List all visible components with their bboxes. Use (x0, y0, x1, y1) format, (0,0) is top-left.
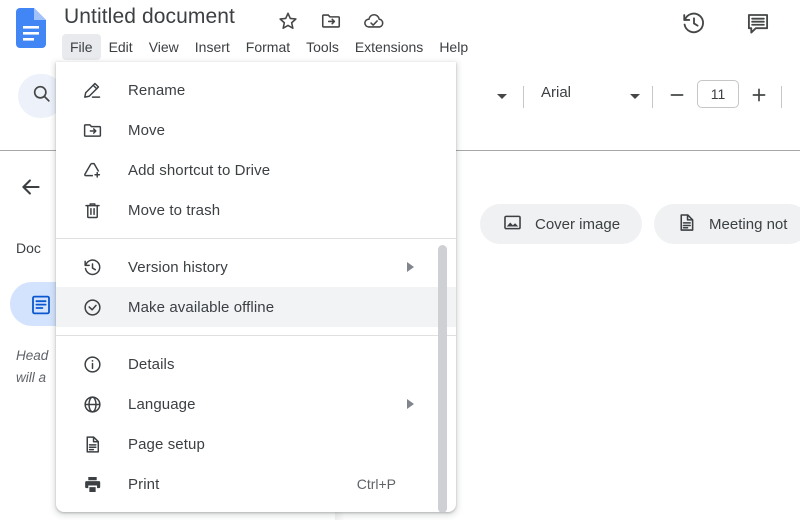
comment-history-icon[interactable] (745, 10, 771, 36)
pencil-icon (80, 78, 104, 102)
cover-image-chip[interactable]: Cover image (480, 204, 642, 244)
info-icon (80, 352, 104, 376)
menu-item-version-history[interactable]: Version history (56, 247, 456, 287)
menu-insert[interactable]: Insert (187, 34, 238, 60)
search-icon (31, 83, 52, 109)
increase-font-size-button[interactable] (750, 86, 768, 104)
font-size-input[interactable]: 11 (697, 80, 739, 108)
menu-item-label: Make available offline (128, 299, 274, 316)
menu-item-shortcut: Ctrl+P (357, 476, 396, 492)
page-setup-icon (80, 432, 104, 456)
menu-help[interactable]: Help (431, 34, 476, 60)
menu-item-label: Page setup (128, 436, 205, 453)
menu-separator (56, 335, 456, 336)
menu-separator (56, 238, 456, 239)
document-icon (676, 212, 697, 237)
menu-item-label: Move (128, 122, 165, 139)
menu-item-print[interactable]: Print Ctrl+P (56, 464, 456, 504)
menu-item-move-to-trash[interactable]: Move to trash (56, 190, 456, 230)
document-title[interactable]: Untitled document (64, 5, 235, 29)
menu-item-label: Add shortcut to Drive (128, 162, 270, 179)
star-icon[interactable] (277, 10, 299, 32)
google-docs-logo-icon (16, 8, 46, 48)
menu-item-make-available-offline[interactable]: Make available offline (56, 287, 456, 327)
meeting-notes-chip-label: Meeting not (709, 216, 787, 233)
move-to-folder-icon[interactable] (320, 10, 342, 32)
menu-tools[interactable]: Tools (298, 34, 347, 60)
menu-item-details[interactable]: Details (56, 344, 456, 384)
back-arrow-icon[interactable] (18, 174, 44, 200)
menu-item-label: Rename (128, 82, 185, 99)
meeting-notes-chip[interactable]: Meeting not (654, 204, 800, 244)
menu-item-language[interactable]: Language (56, 384, 456, 424)
globe-icon (80, 392, 104, 416)
menu-item-label: Move to trash (128, 202, 220, 219)
menu-item-label: Details (128, 356, 175, 373)
google-docs-window: Untitled document File Edit View Insert … (0, 0, 800, 520)
menu-item-add-shortcut-to-drive[interactable]: Add shortcut to Drive (56, 150, 456, 190)
file-menu-list: Rename Move (56, 62, 456, 512)
smart-chip-suggestions: Cover image Meeting not (480, 204, 800, 244)
document-outline-icon (29, 293, 53, 317)
toolbar-divider (652, 86, 653, 108)
cover-image-chip-label: Cover image (535, 216, 620, 233)
version-history-icon[interactable] (681, 10, 707, 36)
menu-item-move[interactable]: Move (56, 110, 456, 150)
cloud-saved-icon[interactable] (362, 10, 384, 32)
menu-item-label: Language (128, 396, 196, 413)
file-menu-dropdown: Rename Move (56, 62, 456, 512)
offline-check-icon (80, 295, 104, 319)
menu-item-label: Print (128, 476, 159, 493)
submenu-arrow-icon (407, 262, 414, 272)
menu-edit[interactable]: Edit (101, 34, 141, 60)
menu-view[interactable]: View (141, 34, 187, 60)
font-family-value[interactable]: Arial (541, 84, 571, 101)
print-icon (80, 472, 104, 496)
history-icon (80, 255, 104, 279)
menu-item-label: Version history (128, 259, 228, 276)
menu-item-rename[interactable]: Rename (56, 70, 456, 110)
menu-scrollbar-thumb[interactable] (438, 245, 447, 512)
menu-file[interactable]: File (62, 34, 101, 60)
toolbar-divider (781, 86, 782, 108)
submenu-arrow-icon (407, 399, 414, 409)
image-icon (502, 212, 523, 237)
trash-icon (80, 198, 104, 222)
move-folder-icon (80, 118, 104, 142)
paragraph-style-chevron-down-icon[interactable] (497, 94, 507, 99)
decrease-font-size-button[interactable] (668, 86, 686, 104)
menu-item-page-setup[interactable]: Page setup (56, 424, 456, 464)
menu-bar: File Edit View Insert Format Tools Exten… (62, 34, 476, 60)
toolbar-divider (523, 86, 524, 108)
menu-extensions[interactable]: Extensions (347, 34, 431, 60)
outline-panel-title: Doc (16, 240, 41, 256)
menu-format[interactable]: Format (238, 34, 298, 60)
title-bar: Untitled document File Edit View Insert … (0, 0, 800, 68)
add-shortcut-icon (80, 158, 104, 182)
font-family-chevron-down-icon[interactable] (630, 94, 640, 99)
menu-scrollbar-track[interactable] (438, 62, 450, 512)
document-outline-panel: Doc Head will a (0, 160, 56, 520)
